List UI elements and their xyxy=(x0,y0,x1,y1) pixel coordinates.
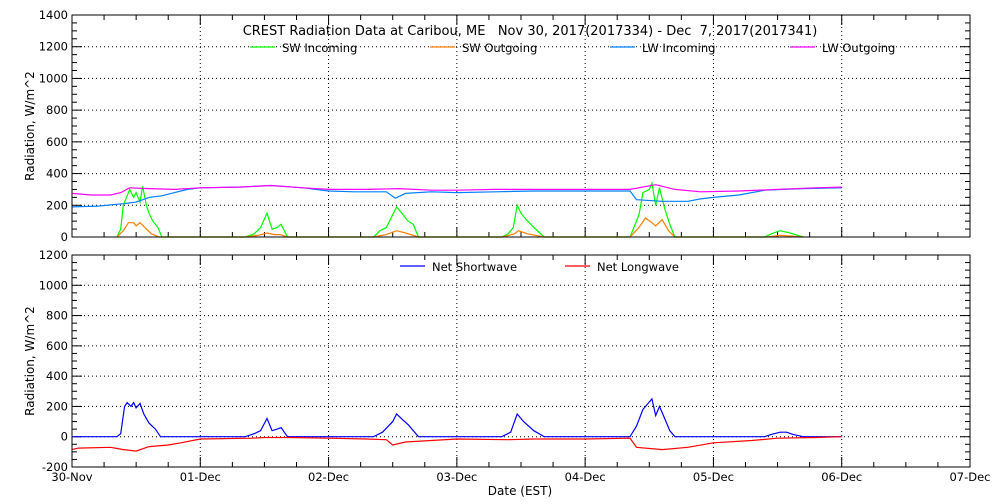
top-panel: 0 200 400 600 800 1000 1200 1400 Radiation, W/m^… xyxy=(23,8,971,244)
x-tick-label: 03-Dec xyxy=(436,470,477,484)
legend-label: LW Incoming xyxy=(642,41,715,55)
y-tick-label: 1200 xyxy=(39,40,68,54)
x-tick-label: 02-Dec xyxy=(308,470,349,484)
y-tick-label: 0 xyxy=(61,430,68,444)
x-tick-label: 07-Dec xyxy=(949,470,990,484)
y-tick-label: 200 xyxy=(46,198,68,212)
y-tick-label: 0 xyxy=(61,230,68,244)
y-tick-label: 1000 xyxy=(39,71,68,85)
y-tick-label: 1400 xyxy=(39,8,68,22)
radiation-chart: CREST Radiation Data at Caribou, ME Nov … xyxy=(23,8,991,498)
y-axis-label: Radiation, W/m^2 xyxy=(23,71,37,181)
y-tick-label: 1000 xyxy=(39,278,68,292)
legend-label: LW Outgoing xyxy=(822,41,895,55)
y-tick-label: 800 xyxy=(46,309,68,323)
plot-frame xyxy=(71,254,971,468)
y-tick-label: 800 xyxy=(46,103,68,117)
x-tick-label: 05-Dec xyxy=(693,470,734,484)
y-tick-label: 400 xyxy=(46,369,68,383)
y-tick-label: 600 xyxy=(46,135,68,149)
x-axis-label: Date (EST) xyxy=(488,484,552,498)
y-tick-label: 1200 xyxy=(39,248,68,262)
legend-label: Net Shortwave xyxy=(432,260,517,274)
legend-label: SW Incoming xyxy=(282,41,357,55)
bottom-panel: -20002004006008001000120030-Nov 01-Dec 02-… xyxy=(23,248,991,484)
legend-label: Net Longwave xyxy=(597,260,679,274)
x-tick-label: 06-Dec xyxy=(821,470,862,484)
y-axis-label: Radiation, W/m^2 xyxy=(23,306,37,416)
legend-label: SW Outgoing xyxy=(462,41,537,55)
series-line-sw-outgoing xyxy=(116,217,804,238)
y-tick-label: 600 xyxy=(46,339,68,353)
x-tick-label: 30-Nov xyxy=(51,470,92,484)
x-tick-label: 01-Dec xyxy=(180,470,221,484)
y-tick-label: 200 xyxy=(46,399,68,413)
x-tick-label: 04-Dec xyxy=(565,470,606,484)
y-tick-label: 400 xyxy=(46,167,68,181)
